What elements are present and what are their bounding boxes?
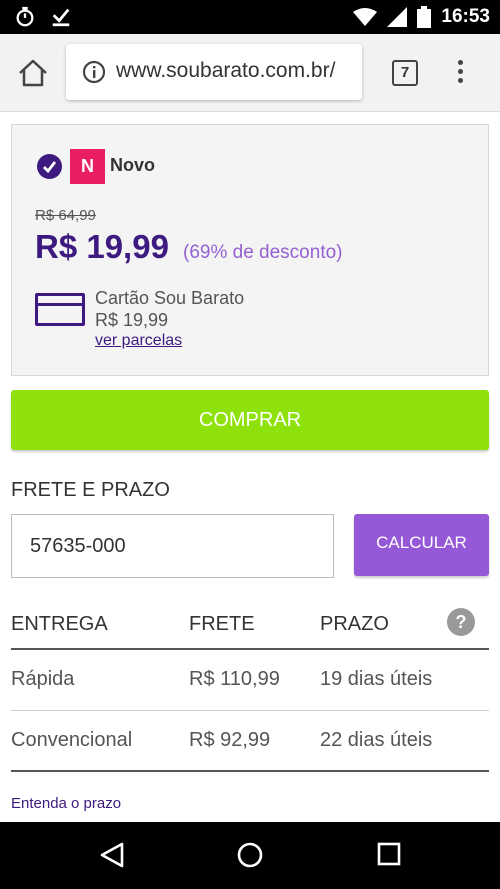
table-row: Convencional R$ 92,99 22 dias úteis [11, 711, 489, 772]
delivery-type: Rápida [11, 668, 75, 690]
offer-box: N Novo R$ 64,99 R$ 19,99 (69% de descont… [11, 124, 489, 376]
condition-badge: N [70, 149, 105, 184]
home-nav-icon[interactable] [236, 841, 264, 869]
card-name: Cartão Sou Barato [95, 288, 245, 308]
signal-icon [387, 7, 408, 27]
card-price: R$ 19,99 [95, 310, 169, 330]
address-bar[interactable]: www.soubarato.com.br/ [66, 44, 362, 100]
check-icon [37, 154, 62, 179]
header-delivery: ENTREGA [11, 613, 108, 635]
buy-button[interactable]: COMPRAR [11, 390, 489, 450]
wifi-icon [353, 8, 378, 26]
back-icon[interactable] [98, 841, 126, 869]
calculate-button[interactable]: CALCULAR [354, 514, 489, 576]
credit-card-icon [35, 293, 85, 326]
condition-label: Novo [110, 155, 155, 175]
header-time: PRAZO [320, 613, 389, 635]
old-price: R$ 64,99 [35, 207, 96, 224]
delivery-price: R$ 92,99 [189, 729, 271, 751]
download-done-icon [52, 8, 70, 27]
installments-link[interactable]: ver parcelas [95, 332, 182, 350]
overflow-menu-icon[interactable] [450, 58, 470, 92]
stopwatch-icon [16, 6, 34, 27]
delivery-price: R$ 110,99 [189, 668, 280, 690]
table-row: Rápida R$ 110,99 19 dias úteis [11, 650, 489, 711]
shipping-table-header: ENTREGA FRETE PRAZO ? [11, 600, 489, 650]
shipping-table: ENTREGA FRETE PRAZO ? Rápida R$ 110,99 1… [11, 600, 489, 772]
delivery-time: 22 dias úteis [320, 729, 433, 751]
understand-delivery-link[interactable]: Entenda o prazo [11, 795, 121, 812]
discount-label: (69% de desconto) [183, 242, 343, 263]
delivery-type: Convencional [11, 729, 133, 751]
status-time: 16:53 [441, 6, 490, 27]
info-icon[interactable] [82, 60, 106, 84]
current-price: R$ 19,99 [35, 228, 169, 265]
cep-input[interactable]: 57635-000 [11, 514, 334, 578]
delivery-time: 19 dias úteis [320, 668, 433, 690]
recents-icon[interactable] [376, 841, 402, 867]
battery-icon [417, 6, 432, 28]
shipping-title: FRETE E PRAZO [11, 479, 170, 501]
help-icon[interactable]: ? [447, 608, 475, 636]
url-text: www.soubarato.com.br/ [116, 59, 336, 82]
home-icon[interactable] [16, 56, 50, 90]
status-bar: 16:53 [0, 0, 500, 34]
navigation-bar [0, 822, 500, 889]
tab-switcher-button[interactable]: 7 [392, 60, 418, 86]
header-shipping: FRETE [189, 613, 255, 635]
browser-toolbar: www.soubarato.com.br/ 7 [0, 34, 500, 112]
